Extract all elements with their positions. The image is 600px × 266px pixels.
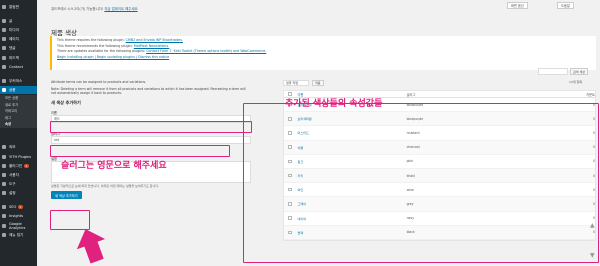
menu-icon (2, 173, 6, 177)
menu-icon (2, 46, 6, 50)
menu-icon (2, 5, 6, 9)
update-notice: 워드프레스 4.9.2이(가) 가능합니다! 지금 업데이트 해주세요 (51, 6, 138, 12)
menu-icon (2, 88, 6, 92)
menu-icon (2, 65, 6, 69)
scroll-down-icon[interactable]: ▼ (590, 252, 595, 259)
sidebar-item[interactable]: 댓글 (0, 44, 37, 52)
add-new-heading: 새 색상 추가하기 (51, 99, 81, 105)
menu-icon (2, 214, 6, 218)
sidebar-item-label: YITH Plugins (9, 155, 32, 159)
sidebar-item-label: 글 (9, 18, 13, 23)
menu-icon (2, 224, 6, 228)
sidebar-item-label: Insights (9, 214, 24, 218)
sidebar-item[interactable]: 페이지 (0, 35, 37, 43)
apply-button[interactable]: 적용 (312, 80, 324, 86)
sidebar-item[interactable]: 글 (0, 17, 37, 25)
search-input[interactable] (538, 68, 568, 75)
submenu-item[interactable]: 속성 (0, 121, 37, 128)
menu-icon (2, 155, 6, 159)
sidebar-item-label: Google Analytics (9, 222, 26, 230)
sidebar-item-label: 상품 (9, 87, 16, 92)
sidebar-item-label: 설정 (9, 190, 16, 195)
slug-field-highlight (50, 145, 230, 157)
sidebar-item[interactable]: SEO 1 (0, 203, 37, 211)
description-help: 설명은 기본적으로 눈에 띄지 않습니다. 하지만 어떤 테마는 설명을 보여주… (51, 184, 160, 189)
sidebar-item[interactable]: 외모 (0, 143, 37, 151)
update-count-badge: 1 (17, 205, 23, 209)
sidebar-item[interactable]: 사용자 (0, 171, 37, 179)
column-slug[interactable]: 슬러그 (407, 92, 566, 97)
menu-icon (2, 205, 6, 209)
slug-input[interactable]: red (51, 135, 251, 144)
add-term-button[interactable]: 새 색상 추가하기 (51, 191, 82, 200)
update-now-link[interactable]: 지금 업데이트 해주세요 (104, 7, 137, 11)
sidebar-item-label: 댓글 (9, 45, 16, 50)
sidebar-item[interactable]: 메뉴 접기 (0, 231, 37, 239)
update-plugins-link[interactable]: Contact Form 7, Kirki Toolkit (Theme opt… (146, 49, 266, 53)
menu-icon (2, 28, 6, 32)
sidebar-item-label: 페이지 (9, 36, 19, 41)
values-annotation: 추가된 색상들의 속성값들 (285, 99, 383, 109)
sidebar-item-label: Contact (9, 65, 23, 69)
sidebar-item-label: 외모 (9, 144, 16, 149)
sidebar-item[interactable]: 알림판 (0, 3, 37, 11)
menu-icon (2, 19, 6, 23)
attribute-description: Attribute terms can be assigned to produ… (51, 80, 147, 84)
scroll-up-icon[interactable]: ▲ (590, 222, 595, 229)
notice-line-2: This theme recommends the following plug… (57, 43, 133, 48)
search-button[interactable]: 검색 색상 (570, 68, 588, 75)
update-notice-text: 워드프레스 4.9.2이(가) 가능합니다! (51, 7, 104, 11)
notice-line-3: There are updates available for the foll… (57, 49, 146, 54)
notice-line-1: This theme requires the following plugin… (57, 38, 125, 42)
sidebar-item[interactable]: 상품 (0, 86, 37, 94)
sidebar-item-label: 사용자 (9, 172, 19, 177)
add-term-column: Attribute terms can be assigned to produ… (51, 80, 251, 200)
sidebar-item-label: 피드백 (9, 55, 19, 60)
sidebar-item[interactable]: 미디어 (0, 26, 37, 34)
screen-options-button[interactable]: 화면 옵션 (507, 2, 528, 9)
sidebar-item-label: 우커머스 (9, 78, 23, 83)
menu-icon (2, 145, 6, 149)
sidebar-item[interactable]: 플러그인 1 (0, 162, 37, 170)
menu-icon (2, 37, 6, 41)
terms-table-highlight (243, 103, 599, 263)
sidebar-item-label: 미디어 (9, 27, 19, 32)
pointer-arrow-icon (76, 229, 106, 264)
sidebar-item[interactable]: 피드백 (0, 54, 37, 62)
attribute-note: Note: Deleting a term will remove it fro… (51, 87, 246, 96)
sidebar-item[interactable]: 설정 (0, 189, 37, 197)
sidebar-item[interactable]: 우커머스 (0, 77, 37, 85)
sidebar-item-label: 도구 (9, 181, 16, 186)
menu-icon (2, 56, 6, 60)
sidebar-item[interactable]: Insights (0, 212, 37, 220)
menu-icon (2, 233, 6, 237)
help-button[interactable]: 도움말 (557, 2, 574, 9)
name-field-highlight (50, 121, 252, 133)
sidebar-item-label: SEO (9, 205, 17, 209)
sidebar-item[interactable]: Google Analytics (0, 222, 37, 230)
sidebar-item[interactable]: 도구 (0, 180, 37, 188)
menu-icon (2, 79, 6, 83)
sidebar-item-label: 메뉴 접기 (9, 232, 24, 237)
required-plugins-link[interactable]: CMB2 and Envato WP Stocktrades. (126, 38, 183, 42)
slug-hint-annotation: 슬러그는 영문으로 해주세요 (61, 161, 167, 171)
update-count-badge: 1 (23, 164, 29, 168)
bulk-actions-select[interactable]: 일괄 작업 (283, 80, 309, 86)
notice-actions[interactable]: Begin installing plugin | Begin updating… (57, 55, 169, 59)
sidebar-item[interactable]: YITH Plugins (0, 153, 37, 161)
sidebar-item-label: 플러그인 (9, 163, 23, 168)
main-content: 워드프레스 4.9.2이(가) 가능합니다! 지금 업데이트 해주세요 화면 옵… (37, 0, 600, 266)
sidebar-item-label: 알림판 (9, 4, 19, 9)
items-count: 13개 항목 (569, 80, 583, 84)
plugin-notice: This theme requires the following plugin… (50, 36, 596, 70)
products-submenu: 모든 상품 새로 추가 카테고리 태그 속성 (0, 95, 37, 128)
sidebar-item[interactable]: Contact (0, 63, 37, 71)
column-count[interactable]: 카운트 (565, 92, 595, 97)
menu-icon (2, 164, 6, 168)
menu-icon (2, 182, 6, 186)
menu-icon (2, 191, 6, 195)
recommended-plugins-link[interactable]: MailPoet Newsletters. (134, 44, 170, 48)
admin-sidebar: 알림판글미디어페이지댓글피드백 Contact 우커머스상품 모든 상품 새로 추가 카… (0, 0, 37, 266)
